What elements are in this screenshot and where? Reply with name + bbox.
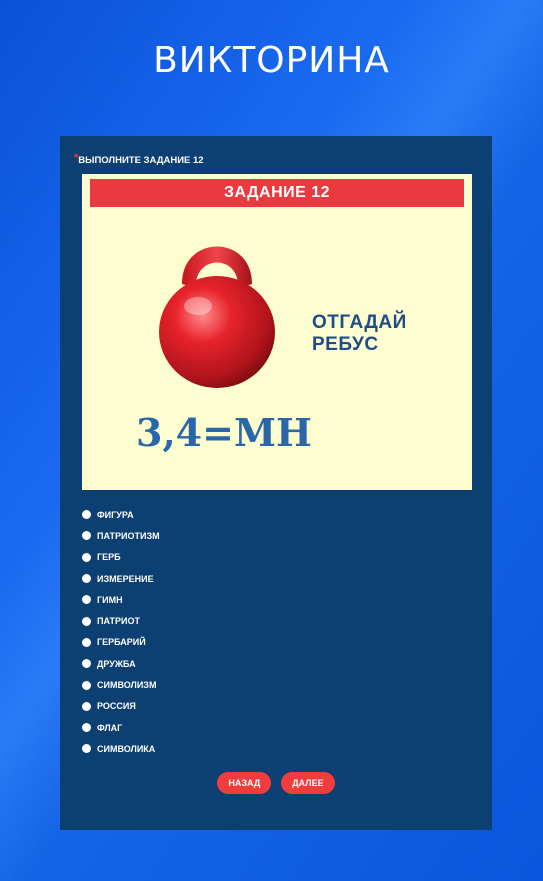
navigation-buttons: НАЗАД ДАЛЕЕ (60, 772, 492, 794)
rebus-hint: ОТГАДАЙ РЕБУС (312, 312, 407, 355)
radio-button[interactable] (82, 637, 91, 647)
option-patriotizm[interactable]: ПАТРИОТИЗМ (82, 525, 160, 546)
option-rossiya[interactable]: РОССИЯ (82, 696, 160, 717)
rebus-image: ЗАДАНИЕ 12 ОТГАДАЙ РЕБУС 3,4=МН (82, 174, 472, 490)
option-label: ГИМН (97, 594, 123, 605)
radio-button[interactable] (82, 531, 91, 541)
radio-button[interactable] (82, 659, 91, 669)
radio-button[interactable] (82, 680, 91, 690)
option-gerbariy[interactable]: ГЕРБАРИЙ (82, 632, 160, 653)
option-flag[interactable]: ФЛАГ (82, 717, 160, 738)
radio-button[interactable] (82, 574, 91, 584)
option-simvolika[interactable]: СИМВОЛИКА (82, 738, 160, 759)
option-gimn[interactable]: ГИМН (82, 589, 160, 610)
option-label: СИМВОЛИЗМ (97, 680, 157, 691)
option-label: РОССИЯ (97, 701, 136, 712)
option-label: ФЛАГ (97, 722, 123, 733)
radio-button[interactable] (82, 744, 91, 754)
option-patriot[interactable]: ПАТРИОТ (82, 610, 160, 631)
next-button[interactable]: ДАЛЕЕ (281, 772, 335, 794)
quiz-card: *ВЫПОЛНИТЕ ЗАДАНИЕ 12 ЗАДАНИЕ 12 ОТГАДАЙ… (60, 136, 492, 830)
question-label: *ВЫПОЛНИТЕ ЗАДАНИЕ 12 (74, 152, 204, 166)
question-text: ВЫПОЛНИТЕ ЗАДАНИЕ 12 (78, 155, 204, 166)
radio-button[interactable] (82, 701, 91, 711)
radio-button[interactable] (82, 723, 91, 733)
option-izmerenie[interactable]: ИЗМЕРЕНИЕ (82, 568, 160, 589)
option-simvolizm[interactable]: СИМВОЛИЗМ (82, 674, 160, 695)
kettlebell-icon (159, 246, 275, 388)
rebus-formula: 3,4=МН (136, 410, 312, 455)
rebus-header: ЗАДАНИЕ 12 (90, 179, 464, 207)
option-label: ФИГУРА (97, 509, 134, 520)
radio-button[interactable] (82, 510, 91, 520)
radio-button[interactable] (82, 552, 91, 562)
radio-button[interactable] (82, 616, 91, 626)
option-label: ГЕРБ (97, 552, 121, 563)
option-druzhba[interactable]: ДРУЖБА (82, 653, 160, 674)
option-label: ДРУЖБА (97, 658, 136, 669)
required-mark: * (74, 152, 79, 164)
option-label: ПАТРИОТИЗМ (97, 530, 160, 541)
radio-button[interactable] (82, 595, 91, 605)
answer-options: ФИГУРА ПАТРИОТИЗМ ГЕРБ ИЗМЕРЕНИЕ ГИМН ПА… (82, 504, 160, 760)
option-label: СИМВОЛИКА (97, 743, 156, 754)
page-title: ВИКТОРИНА (153, 40, 390, 81)
option-label: ИЗМЕРЕНИЕ (97, 573, 154, 584)
option-label: ПАТРИОТ (97, 616, 140, 627)
option-label: ГЕРБАРИЙ (97, 637, 146, 648)
back-button[interactable]: НАЗАД (217, 772, 272, 794)
option-figura[interactable]: ФИГУРА (82, 504, 160, 525)
option-gerb[interactable]: ГЕРБ (82, 547, 160, 568)
